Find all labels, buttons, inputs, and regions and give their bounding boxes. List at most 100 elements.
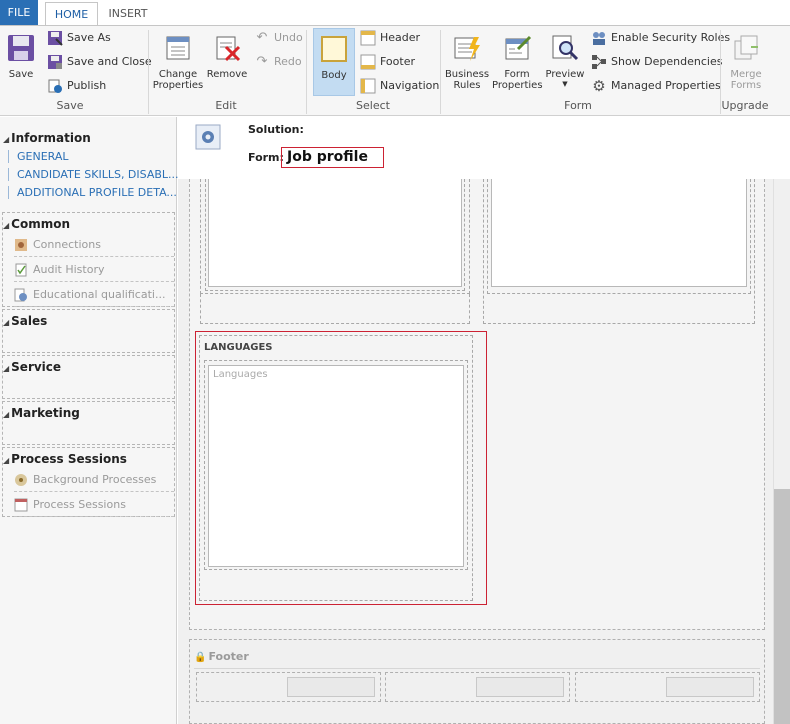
form-group-label: Form [564,99,592,112]
tab-insert[interactable]: INSERT [104,2,152,26]
nav-header-process-sessions[interactable]: ◢ Process Sessions [3,452,127,466]
footer-field-placeholder [287,677,375,697]
change-properties-label-2: Properties [152,80,204,91]
subgrid-upper-left[interactable] [208,179,462,287]
footer-title-label: Footer [208,650,249,663]
edit-group-label: Edit [215,99,237,112]
navigation-icon [360,78,376,94]
collapse-triangle-icon: ◢ [3,410,10,419]
collapse-triangle-icon: ◢ [3,456,10,465]
navigation-label: Navigation [380,79,440,92]
footer-field-slot[interactable] [385,672,570,702]
nav-header-service[interactable]: ◢ Service [3,360,61,374]
ribbon: Save Save As Save and Close Publish Save… [0,25,790,116]
nav-item-background-processes-label: Background Processes [33,473,157,486]
form-footer[interactable]: 🔒 Footer [189,639,765,724]
nav-item-audit-history[interactable]: Audit History [14,258,174,282]
save-as-label: Save As [67,31,111,44]
nav-link-additional-profile[interactable]: ADDITIONAL PROFILE DETA... [8,186,177,199]
enable-security-roles-label: Enable Security Roles [611,31,731,44]
managed-properties-label: Managed Properties [611,79,721,92]
redo-label: Redo [274,55,302,68]
managed-properties-button[interactable]: ⚙ Managed Properties [591,76,721,96]
process-sessions-icon [14,498,28,512]
footer-divider [194,668,760,669]
preview-dropdown-icon: ▼ [562,80,568,88]
save-as-button[interactable]: Save As [47,28,111,48]
nav-header-service-label: Service [11,360,62,374]
nav-item-audit-history-label: Audit History [33,263,105,276]
undo-button[interactable]: ↶ Undo [254,28,303,48]
redo-button[interactable]: ↷ Redo [254,52,302,72]
change-properties-button[interactable]: Change Properties [152,28,204,91]
business-rules-button[interactable]: Business Rules [444,28,490,91]
enable-security-roles-button[interactable]: Enable Security Roles [591,28,730,48]
footer-field-slot[interactable] [575,672,760,702]
collapse-triangle-icon: ◢ [3,364,10,373]
body-icon [321,36,347,62]
body-label: Body [321,70,347,81]
remove-button[interactable]: Remove [206,28,248,80]
canvas-scrollbar[interactable] [773,179,790,724]
undo-icon: ↶ [256,30,268,45]
footer-field-placeholder [666,677,754,697]
tab-file[interactable]: FILE [0,0,38,26]
gear-document-icon [14,288,27,302]
publish-icon [48,79,62,93]
business-rules-icon [454,37,480,61]
nav-item-background-processes[interactable]: Background Processes [14,468,174,492]
form-name[interactable]: Job profile [281,147,384,168]
footer-field-slot[interactable] [196,672,381,702]
navigation-button[interactable]: Navigation [360,76,439,96]
tab-home[interactable]: HOME [45,2,98,26]
remove-label: Remove [206,69,248,80]
subgrid-upper-right[interactable] [491,179,747,287]
languages-section-title: LANGUAGES [204,342,273,353]
collapse-triangle-icon: ◢ [3,221,10,230]
form-properties-icon [505,35,532,60]
body-button[interactable]: Body [313,28,355,96]
nav-item-educational-qualification[interactable]: Educational qualificati... [14,283,174,307]
form-properties-button[interactable]: Form Properties [492,28,543,91]
gear-icon: ⚙ [592,77,606,95]
nav-header-marketing[interactable]: ◢ Marketing [3,406,80,420]
business-rules-label-1: Business [444,69,490,80]
languages-section[interactable]: LANGUAGES Languages [195,331,487,605]
save-and-close-icon [48,55,62,69]
show-dependencies-button[interactable]: Show Dependencies [591,52,722,72]
nav-header-information-label: Information [11,131,91,145]
publish-button[interactable]: Publish [47,76,106,96]
nav-header-sales-label: Sales [11,314,48,328]
connections-icon [15,239,27,251]
nav-item-process-sessions[interactable]: Process Sessions [14,493,174,517]
merge-forms-label-2: Forms [730,80,762,91]
change-properties-label-1: Change [158,69,198,80]
preview-button[interactable]: Preview ▼ [544,28,586,89]
nav-header-sales[interactable]: ◢ Sales [3,314,47,328]
languages-subgrid-placeholder: Languages [213,369,268,380]
nav-link-general[interactable]: GENERAL [8,150,69,163]
merge-forms-button[interactable]: Merge Forms [724,28,768,91]
nav-item-connections[interactable]: Connections [14,233,174,257]
languages-subgrid[interactable]: Languages [208,365,464,567]
nav-header-common[interactable]: ◢ Common [3,217,70,231]
entity-gear-icon [195,124,221,150]
form-header-strip: Solution: Form: Job profile [178,117,790,179]
group-separator [440,30,441,114]
nav-header-marketing-label: Marketing [11,406,80,420]
form-properties-label-1: Form [504,69,530,80]
nav-header-common-label: Common [11,217,71,231]
header-button[interactable]: Header [360,28,420,48]
save-button[interactable]: Save [4,28,38,80]
footer-button[interactable]: Footer [360,52,415,72]
merge-forms-icon [734,35,758,60]
save-and-close-button[interactable]: Save and Close [47,52,152,72]
canvas-scrollbar-thumb[interactable] [774,489,790,724]
nav-header-information[interactable]: ◢ Information [3,131,91,145]
save-button-label: Save [8,69,34,80]
show-dependencies-label: Show Dependencies [611,55,723,68]
nav-link-candidate-skills[interactable]: CANDIDATE SKILLS, DISABL... [8,168,179,181]
background-processes-icon [15,474,27,486]
change-properties-icon [166,36,190,60]
business-rules-label-2: Rules [453,80,481,91]
